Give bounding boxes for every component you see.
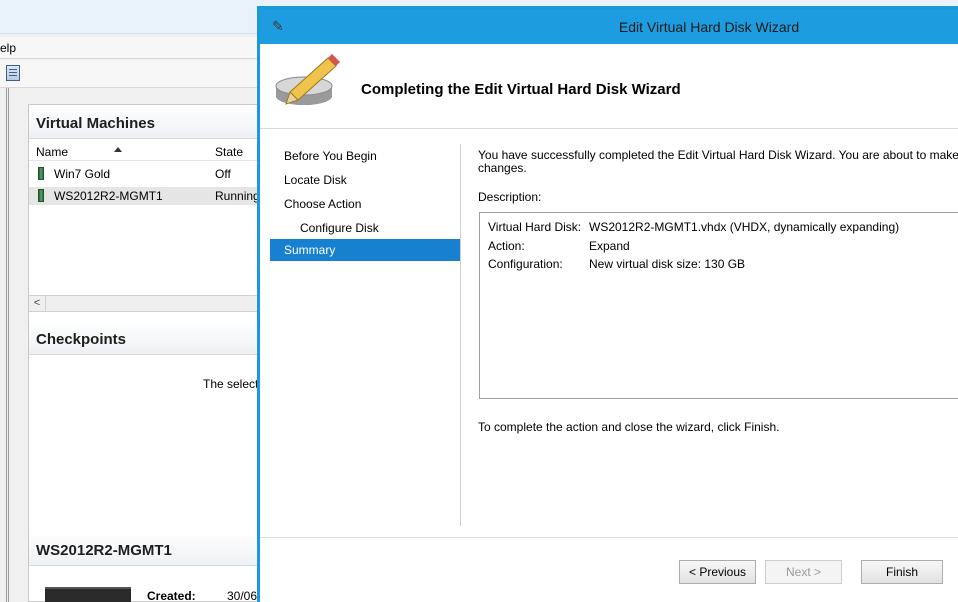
summary-value: New virtual disk size: 130 GB <box>589 257 746 271</box>
summary-key: Configuration: <box>488 257 563 271</box>
table-row[interactable]: Win7 Gold Off <box>29 165 269 183</box>
summary-value: Expand <box>589 239 630 253</box>
vm-name: WS2012R2-MGMT1 <box>54 189 163 203</box>
completion-message-line1: You have successfully completed the Edit… <box>478 148 958 162</box>
wizard-body: Before You Begin Locate Disk Choose Acti… <box>260 130 958 602</box>
vm-thumbnail <box>45 587 131 602</box>
edit-vhd-wizard-dialog: ✎ Edit Virtual Hard Disk Wizard Completi… <box>257 6 958 602</box>
description-label: Description: <box>478 190 542 204</box>
previous-button[interactable]: < Previous <box>679 560 756 584</box>
wizard-step-locate-disk[interactable]: Locate Disk <box>270 169 460 191</box>
wizard-step-configure-disk[interactable]: Configure Disk <box>270 217 460 239</box>
center-pane: Virtual Machines Name State Win7 Gold Of… <box>28 104 270 602</box>
completion-message: You have successfully completed the Edit… <box>478 149 958 175</box>
toolbar <box>0 60 270 88</box>
summary-value: WS2012R2-MGMT1.vhdx (VHDX, dynamically e… <box>589 220 900 234</box>
vm-pane-title: Virtual Machines <box>29 105 269 139</box>
wizard-step-before-you-begin[interactable]: Before You Begin <box>270 145 460 167</box>
vm-state: Off <box>215 167 231 181</box>
button-bar-divider <box>260 537 958 538</box>
wizard-header: Completing the Edit Virtual Hard Disk Wi… <box>260 44 958 129</box>
summary-textbox[interactable]: Virtual Hard Disk: WS2012R2-MGMT1.vhdx (V… <box>479 212 958 399</box>
wizard-page-title: Completing the Edit Virtual Hard Disk Wi… <box>361 81 681 98</box>
vm-list-scrollbar[interactable]: < <box>29 295 269 312</box>
show-hide-console-tree-icon[interactable] <box>6 65 20 81</box>
sort-ascending-icon <box>114 147 122 152</box>
completion-message-line2: changes. <box>478 161 527 175</box>
finish-button[interactable]: Finish <box>861 560 943 584</box>
checkpoints-pane-title: Checkpoints <box>29 321 269 355</box>
table-row[interactable]: WS2012R2-MGMT1 Running <box>29 187 269 205</box>
column-header-name[interactable]: Name <box>36 145 68 159</box>
vm-icon <box>38 189 44 202</box>
summary-key: Action: <box>488 239 525 253</box>
wizard-window-title: Edit Virtual Hard Disk Wizard <box>618 19 800 35</box>
finish-hint: To complete the action and close the wiz… <box>478 420 780 434</box>
summary-row: Action: Expand <box>488 239 630 253</box>
vm-column-headers: Name State <box>29 143 269 161</box>
menu-bar: elp <box>0 37 270 59</box>
summary-row: Configuration: New virtual disk size: 130… <box>488 257 745 271</box>
summary-key: Virtual Hard Disk: <box>488 220 582 234</box>
wizard-titlebar[interactable]: ✎ Edit Virtual Hard Disk Wizard <box>260 9 958 44</box>
hard-disk-pencil-icon <box>275 54 340 105</box>
nav-divider <box>460 144 461 526</box>
wizard-step-summary[interactable]: Summary <box>270 239 460 261</box>
created-value: 30/06/ <box>227 589 261 602</box>
details-pane-title: WS2012R2-MGMT1 <box>29 532 269 566</box>
summary-row: Virtual Hard Disk: WS2012R2-MGMT1.vhdx (V… <box>488 220 899 234</box>
menu-help[interactable]: elp <box>0 41 16 55</box>
splitter[interactable] <box>6 88 9 602</box>
vm-icon <box>38 167 44 180</box>
wizard-step-choose-action[interactable]: Choose Action <box>270 193 460 215</box>
vm-name: Win7 Gold <box>54 167 111 181</box>
scroll-left-icon[interactable]: < <box>29 296 46 311</box>
next-button[interactable]: Next > <box>765 560 842 584</box>
created-label: Created: <box>147 589 196 602</box>
vm-state: Running <box>215 189 260 203</box>
column-header-state[interactable]: State <box>215 145 243 159</box>
checkpoints-message: The selecte <box>203 377 266 391</box>
